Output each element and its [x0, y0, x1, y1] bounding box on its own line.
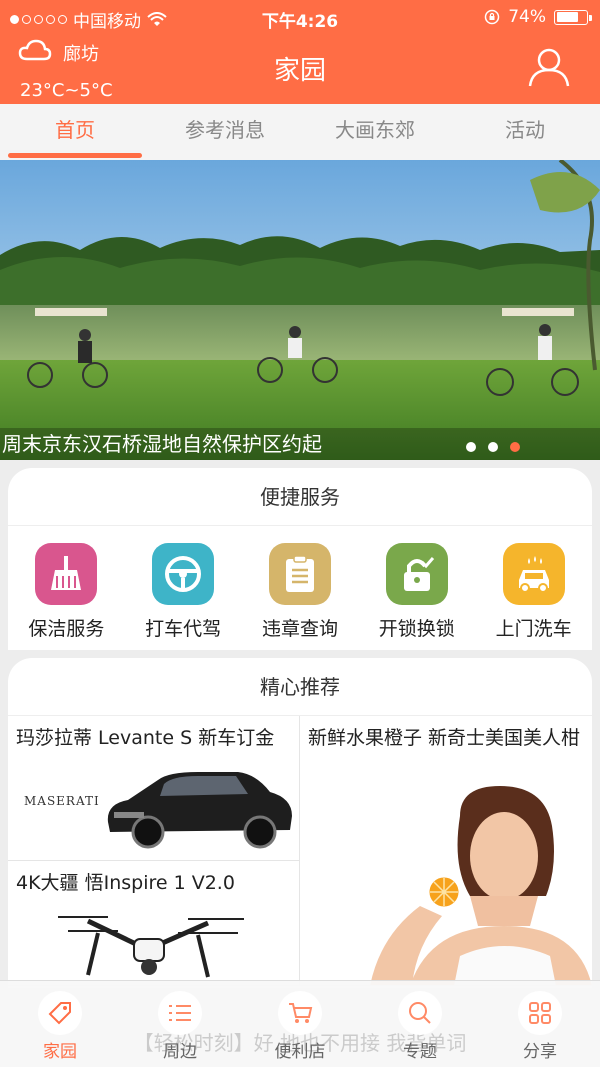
battery-info: 74%: [484, 7, 592, 27]
service-label: 打车代驾: [145, 618, 222, 640]
nav-label: 周边: [163, 1042, 197, 1062]
car-image: [107, 772, 292, 849]
tab-activities[interactable]: 活动: [450, 104, 600, 160]
recommend-item-maserati[interactable]: 玛莎拉蒂 Levante S 新车订金 MASERATI: [8, 716, 300, 861]
clipboard-icon: [268, 543, 331, 605]
steering-wheel-icon: [152, 543, 215, 605]
pager-dot[interactable]: [488, 442, 498, 452]
service-label: 开锁换锁: [378, 618, 455, 640]
carousel-pager: [466, 442, 520, 452]
grid-icon: [518, 991, 562, 1035]
drone-image: [58, 916, 244, 978]
model-with-orange-image: [370, 786, 592, 985]
pager-dot-active[interactable]: [510, 442, 520, 452]
rotation-lock-icon: [484, 9, 500, 25]
list-icon: [158, 991, 202, 1035]
app-header: 中国移动 下午4:26 74% 廊坊 23°C~5°C 家园: [0, 0, 600, 104]
service-label: 上门洗车: [495, 618, 572, 640]
nav-share[interactable]: 分享: [480, 981, 600, 1067]
search-icon: [398, 991, 442, 1035]
tab-label: 活动: [505, 118, 545, 142]
nav-store[interactable]: 便利店: [240, 981, 360, 1067]
recommend-item-title: 4K大疆 悟Inspire 1 V2.0: [16, 872, 235, 894]
banner-image: [0, 160, 600, 460]
page-title: 家园: [273, 56, 326, 86]
service-cleaning[interactable]: 保洁服务: [11, 543, 121, 641]
pager-dot[interactable]: [466, 442, 476, 452]
recommend-item-title: 新鲜水果橙子 新奇士美国美人柑: [308, 727, 581, 749]
home-tag-icon: [38, 991, 82, 1035]
nav-label: 专题: [403, 1042, 437, 1062]
status-bar: 中国移动 下午4:26 74%: [0, 0, 600, 34]
nav-home[interactable]: 家园: [0, 981, 120, 1067]
nav-label: 分享: [523, 1042, 557, 1062]
lock-icon: [385, 543, 448, 605]
nav-label: 家园: [43, 1042, 77, 1062]
cart-icon: [278, 991, 322, 1035]
broom-icon: [35, 543, 98, 605]
battery-icon: [554, 9, 592, 25]
banner-carousel[interactable]: 周末京东汉石桥湿地自然保护区约起: [0, 160, 600, 460]
nav-topics[interactable]: 专题: [360, 981, 480, 1067]
nav-nearby[interactable]: 周边: [120, 981, 240, 1067]
user-profile-icon[interactable]: [528, 46, 570, 88]
services-title: 便捷服务: [8, 468, 592, 526]
recommend-section: 精心推荐 玛莎拉蒂 Levante S 新车订金 MASERATI 新鲜水果橙子…: [8, 658, 592, 988]
maserati-logo: MASERATI: [24, 794, 100, 808]
tab-label: 首页: [55, 118, 95, 142]
recommend-title: 精心推荐: [8, 658, 592, 716]
service-label: 违章查询: [261, 618, 338, 640]
service-lock[interactable]: 开锁换锁: [362, 543, 472, 641]
services-section: 便捷服务 保洁服务 打车代驾 违章查询 开锁换锁 上门洗车: [8, 468, 592, 650]
car-wash-icon: [502, 543, 565, 605]
battery-percent: 74%: [508, 7, 546, 27]
bottom-tab-bar: 【轻松时刻】好 地也不用接 我背单词 家园 周边 便利店 专题 分享: [0, 980, 600, 1067]
recommend-item-drone[interactable]: 4K大疆 悟Inspire 1 V2.0: [8, 861, 300, 986]
nav-label: 便利店: [274, 1042, 326, 1062]
tab-reference-news[interactable]: 参考消息: [150, 104, 300, 160]
recommend-item-title: 玛莎拉蒂 Levante S 新车订金: [16, 727, 275, 749]
tab-home[interactable]: 首页: [0, 104, 150, 160]
tab-label: 大画东郊: [335, 118, 415, 142]
category-tabs: 首页 参考消息 大画东郊 活动: [0, 104, 600, 160]
tab-label: 参考消息: [185, 118, 265, 142]
service-car-wash[interactable]: 上门洗车: [479, 543, 589, 641]
recommend-item-oranges[interactable]: 新鲜水果橙子 新奇士美国美人柑: [300, 716, 592, 986]
tab-east-suburb[interactable]: 大画东郊: [300, 104, 450, 160]
service-taxi-driver[interactable]: 打车代驾: [128, 543, 238, 641]
service-violation-query[interactable]: 违章查询: [245, 543, 355, 641]
service-label: 保洁服务: [28, 618, 105, 640]
